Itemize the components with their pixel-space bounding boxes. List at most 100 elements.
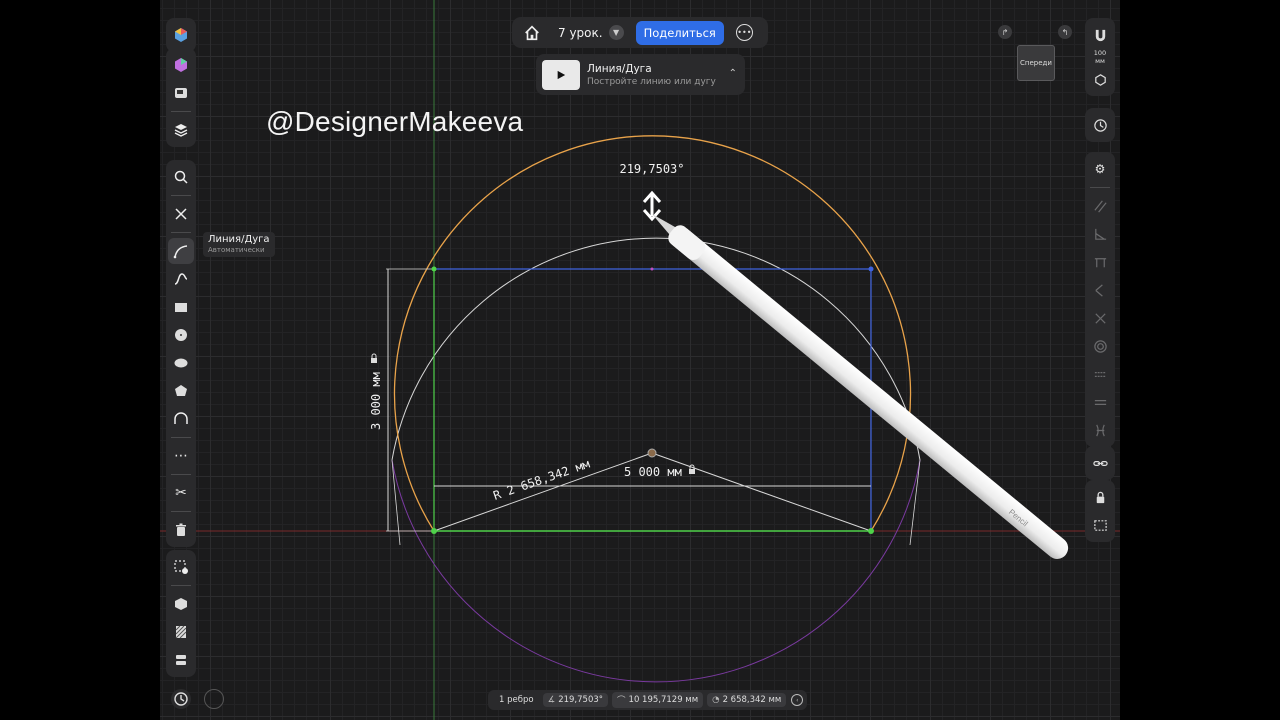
parallel-constraint-icon[interactable] <box>1087 193 1113 219</box>
circle-tool-icon[interactable] <box>168 322 194 348</box>
app-logo-icon[interactable] <box>168 22 194 48</box>
play-icon[interactable] <box>542 59 580 90</box>
status-angle-chip[interactable]: ∡ 219,7503° <box>542 693 609 707</box>
layers-icon[interactable] <box>168 117 194 143</box>
tool-tooltip: Линия/Дуга Автоматически <box>203 232 275 257</box>
clock-icon[interactable] <box>1087 112 1113 138</box>
more-tools-icon[interactable]: ⋯ <box>168 443 194 469</box>
scale-value[interactable]: 100 <box>1094 49 1106 57</box>
concentric-constraint-icon[interactable] <box>1087 333 1113 359</box>
selection-box-icon[interactable] <box>1087 512 1113 538</box>
spline-tool-icon[interactable] <box>168 266 194 292</box>
length-icon: ⌒ <box>617 696 626 706</box>
select-area-icon[interactable] <box>168 554 194 580</box>
scale-unit: мм <box>1095 57 1105 65</box>
separator <box>171 437 191 438</box>
left-toolbar-bottom <box>166 550 196 677</box>
right-toolbar-top: 100 мм <box>1085 18 1115 96</box>
magnet-icon[interactable] <box>1087 22 1113 48</box>
status-length-chip[interactable]: ⌒ 10 195,7129 мм <box>612 692 704 708</box>
radius-icon: ◔ <box>712 695 720 705</box>
project-name[interactable]: 7 урок. <box>558 26 603 40</box>
cross-constraint-icon[interactable] <box>1087 305 1113 331</box>
redo-icon[interactable]: ↱ <box>998 25 1012 39</box>
tool-hint-panel: Линия/Дуга Постройте линию или дугу ⌃ <box>536 54 745 95</box>
radius-line-left <box>433 452 653 532</box>
midpoint-top <box>650 267 654 271</box>
status-bar: 1 ребро ∡ 219,7503° ⌒ 10 195,7129 мм ◔ 2 65… <box>488 690 808 710</box>
right-toolbar-lock <box>1085 480 1115 542</box>
lock-icon[interactable] <box>1087 484 1113 510</box>
search-icon[interactable] <box>168 164 194 190</box>
left-toolbar-views <box>166 48 196 147</box>
undo-icon[interactable]: ↰ <box>1058 25 1072 39</box>
vertex-bottom-left[interactable] <box>431 528 437 534</box>
height-lock-icon[interactable] <box>371 353 377 363</box>
app-window: 219,7503° R 2 658,342 мм 5 000 мм 3 000 … <box>160 0 1120 720</box>
left-toolbar-tools: ⋯ ✂ <box>166 160 196 547</box>
arc-tool-icon[interactable] <box>168 406 194 432</box>
width-lock-icon[interactable] <box>689 464 695 474</box>
separator <box>171 511 191 512</box>
angle-icon: ∡ <box>547 695 556 705</box>
materials-icon[interactable] <box>168 52 194 78</box>
chevron-up-icon[interactable]: ⌃ <box>729 68 737 79</box>
equal-constraint-icon[interactable] <box>1087 361 1113 387</box>
status-radius-chip[interactable]: ◔ 2 658,342 мм <box>707 693 787 707</box>
pencil-mode-icon[interactable] <box>204 689 224 709</box>
horizontal-constraint-icon[interactable] <box>1087 389 1113 415</box>
right-toolbar-constraints: ⚙ <box>1085 152 1115 447</box>
vertex-bottom-right[interactable] <box>868 528 874 534</box>
ellipse-tool-icon[interactable] <box>168 350 194 376</box>
tangent-constraint-icon[interactable] <box>1087 249 1113 275</box>
height-label[interactable]: 3 000 мм <box>369 372 383 430</box>
watermark: @DesignerMakeeva <box>266 106 524 137</box>
lower-guide-arc <box>391 459 921 683</box>
guide-circle <box>391 237 921 461</box>
separator <box>171 111 191 112</box>
arc-dim-left <box>391 459 401 546</box>
vertex-top-right[interactable] <box>868 266 874 272</box>
more-icon[interactable]: ••• <box>735 24 753 41</box>
display-icon[interactable] <box>168 80 194 106</box>
angle-label[interactable]: 219,7503° <box>619 162 684 176</box>
extrude-icon[interactable] <box>168 591 194 617</box>
hint-title: Линия/Дуга <box>587 62 652 75</box>
arc-dim-right <box>909 459 921 546</box>
polygon-tool-icon[interactable] <box>168 378 194 404</box>
symmetry-constraint-icon[interactable] <box>1087 417 1113 443</box>
gear-icon[interactable]: ⚙ <box>1087 156 1113 182</box>
separator <box>171 232 191 233</box>
close-icon[interactable] <box>168 201 194 227</box>
status-length: 10 195,7129 мм <box>628 695 699 705</box>
drag-handle-icon[interactable] <box>642 190 662 222</box>
line-arc-tool-icon[interactable] <box>168 238 194 264</box>
perpendicular-constraint-icon[interactable] <box>1087 277 1113 303</box>
separator <box>171 585 191 586</box>
hint-subtitle: Постройте линию или дугу <box>587 76 716 87</box>
right-toolbar-history <box>1085 108 1115 142</box>
rectangle-tool-icon[interactable] <box>168 294 194 320</box>
top-bar: 7 урок. ▼ Поделиться ••• <box>512 17 768 48</box>
home-icon[interactable] <box>520 21 544 45</box>
view-cube[interactable]: Спереди <box>1017 45 1055 81</box>
vertex-top-left[interactable] <box>431 266 437 272</box>
left-toolbar-top <box>166 18 196 52</box>
chevron-left-icon[interactable]: ‹ <box>791 694 804 706</box>
history-icon[interactable] <box>171 689 191 709</box>
share-button[interactable]: Поделиться <box>635 20 724 45</box>
center-point[interactable] <box>647 448 657 458</box>
trash-icon[interactable] <box>168 517 194 543</box>
tooltip-title: Линия/Дуга <box>208 234 270 245</box>
stack-icon[interactable] <box>168 647 194 673</box>
radius-line-right <box>651 452 872 532</box>
hatch-icon[interactable] <box>168 619 194 645</box>
link-icon[interactable] <box>1087 450 1113 476</box>
angle-constraint-icon[interactable] <box>1087 221 1113 247</box>
width-label[interactable]: 5 000 мм <box>624 465 682 479</box>
status-edges[interactable]: 1 ребро <box>494 693 539 707</box>
chevron-down-icon[interactable]: ▼ <box>608 25 624 40</box>
snap-settings-icon[interactable] <box>1087 66 1113 92</box>
scissors-icon[interactable]: ✂ <box>168 480 194 506</box>
tooltip-mode: Автоматически <box>208 246 265 254</box>
